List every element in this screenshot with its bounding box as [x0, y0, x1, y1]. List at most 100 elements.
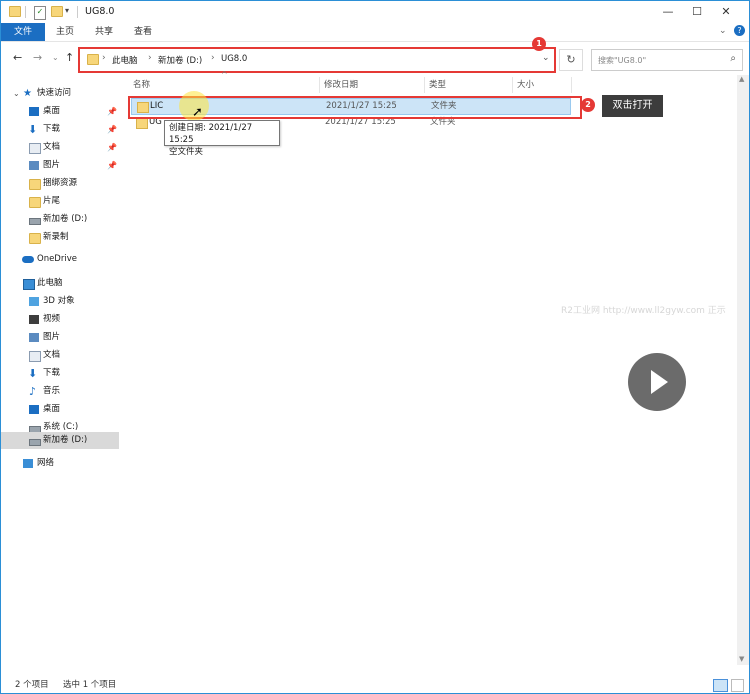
star-icon: ★ [23, 88, 32, 99]
folder-icon [29, 179, 41, 190]
tab-share[interactable]: 共享 [95, 23, 113, 41]
sidebar-item-drive-d[interactable]: 新加卷 (D:) [1, 211, 119, 228]
sidebar-label: 快速访问 [37, 88, 72, 98]
tooltip-empty: 空文件夹 [169, 147, 204, 157]
column-divider[interactable] [571, 77, 572, 93]
ribbon-tabs: 文件 主页 共享 查看 ⌄ ? [1, 23, 749, 42]
sidebar-item-quick-access[interactable]: ⌄ ★ 快速访问 [1, 85, 119, 102]
chevron-right-icon: › [102, 53, 106, 63]
customize-toolbar-icon[interactable]: ▾ [65, 6, 69, 18]
column-header-modified[interactable]: 修改日期 [324, 77, 358, 93]
search-input[interactable]: 搜索"UG8.0" ⌕ [591, 49, 743, 71]
sidebar-label: 视频 [43, 314, 61, 324]
folder-icon [29, 233, 41, 244]
sidebar-label: 网络 [37, 458, 55, 468]
pin-icon[interactable]: 📌 [107, 103, 117, 120]
sidebar-label: OneDrive [37, 254, 77, 264]
sidebar-label: 新加卷 (D:) [43, 435, 88, 445]
expand-ribbon-icon[interactable]: ⌄ [719, 26, 727, 36]
tab-file[interactable]: 文件 [1, 23, 45, 41]
sidebar-label: 下载 [43, 368, 61, 378]
navigation-pane: ⌄ ★ 快速访问 桌面 📌 ⬇ 下载 📌 文档 📌 图片 📌 捆绑资源 片尾 新… [1, 77, 121, 667]
column-divider[interactable] [319, 77, 320, 93]
sidebar-item-music[interactable]: ♪ 音乐 [1, 383, 119, 400]
refresh-icon[interactable]: ↻ [559, 49, 583, 71]
tab-home[interactable]: 主页 [56, 23, 74, 41]
sidebar-item-new-recording[interactable]: 新录制 [1, 229, 119, 246]
tooltip-created: 创建日期: 2021/1/27 15:25 [169, 123, 253, 145]
close-button[interactable]: ✕ [703, 1, 749, 23]
sidebar-item-ending[interactable]: 片尾 [1, 193, 119, 210]
pictures-icon [29, 333, 39, 342]
help-icon[interactable]: ? [734, 25, 745, 36]
sidebar-item-desktop-pc[interactable]: 桌面 [1, 401, 119, 418]
documents-icon [29, 351, 41, 362]
sidebar-label: 音乐 [43, 386, 61, 396]
sidebar-item-drive-d-pc[interactable]: 新加卷 (D:) [1, 432, 119, 449]
back-icon[interactable]: ← [13, 51, 22, 64]
selected-count: 选中 1 个项目 [63, 680, 117, 690]
sidebar-label: 3D 对象 [43, 296, 75, 306]
breadcrumb-ug8[interactable]: UG8.0 [221, 54, 247, 64]
videos-icon [29, 315, 39, 324]
sidebar-item-pictures-pc[interactable]: 图片 [1, 329, 119, 346]
address-dropdown-icon[interactable]: ⌄ [542, 53, 550, 63]
sidebar-label: 捆绑资源 [43, 178, 78, 188]
address-bar[interactable]: › 此电脑 › 新加卷 (D:) › UG8.0 ⌄ [78, 47, 556, 73]
sidebar-item-network[interactable]: 网络 [1, 455, 119, 472]
properties-icon[interactable]: ✓ [34, 6, 46, 20]
instruction-callout: 双击打开 [602, 95, 663, 117]
scroll-down-icon[interactable]: ▼ [739, 655, 744, 663]
sidebar-item-videos[interactable]: 视频 [1, 311, 119, 328]
sidebar-item-desktop[interactable]: 桌面 📌 [1, 103, 119, 120]
pin-icon[interactable]: 📌 [107, 157, 117, 174]
breadcrumb-drive-d[interactable]: 新加卷 (D:) [158, 54, 202, 66]
large-icons-view-icon[interactable] [731, 679, 744, 692]
desktop-icon [29, 107, 39, 116]
sidebar-item-documents[interactable]: 文档 📌 [1, 139, 119, 156]
pictures-icon [29, 161, 39, 170]
sidebar-label: 图片 [43, 160, 61, 170]
recent-locations-icon[interactable]: ⌄ [52, 53, 59, 62]
chevron-down-icon: ⌄ [13, 89, 20, 98]
music-icon: ♪ [29, 385, 37, 398]
sidebar-label: 图片 [43, 332, 61, 342]
scroll-up-icon[interactable]: ▲ [739, 75, 744, 83]
column-header-type[interactable]: 类型 [429, 77, 446, 93]
folder-icon [9, 6, 21, 17]
network-icon [23, 459, 33, 468]
sidebar-item-this-pc[interactable]: 此电脑 [1, 275, 119, 292]
sidebar-item-bundle[interactable]: 捆绑资源 [1, 175, 119, 192]
breadcrumb-this-pc[interactable]: 此电脑 [112, 54, 138, 66]
column-header-name[interactable]: 名称 [133, 77, 150, 93]
up-icon[interactable]: ↑ [65, 51, 74, 64]
3d-objects-icon [29, 297, 39, 306]
new-folder-icon[interactable] [51, 6, 63, 17]
sidebar-item-downloads[interactable]: ⬇ 下载 📌 [1, 121, 119, 138]
pin-icon[interactable]: 📌 [107, 139, 117, 156]
sidebar-label: 新加卷 (D:) [43, 214, 88, 224]
chevron-right-icon: › [211, 53, 215, 63]
title-bar: ✓ ▾ UG8.0 — ☐ ✕ [1, 1, 749, 23]
scrollbar[interactable]: ▲ ▼ [737, 75, 749, 665]
pin-icon[interactable]: 📌 [107, 121, 117, 138]
sidebar-item-onedrive[interactable]: OneDrive [1, 251, 119, 268]
sidebar-item-documents-pc[interactable]: 文档 [1, 347, 119, 364]
download-icon: ⬇ [28, 123, 38, 136]
sidebar-label: 桌面 [43, 106, 61, 116]
folder-icon [29, 197, 41, 208]
forward-icon[interactable]: → [33, 51, 42, 64]
play-icon[interactable] [628, 353, 686, 411]
navigation-bar: ← → ⌄ ↑ › 此电脑 › 新加卷 (D:) › UG8.0 ⌄ 1 ↻ 搜… [1, 37, 749, 73]
sidebar-item-downloads-pc[interactable]: ⬇ 下载 [1, 365, 119, 382]
details-view-icon[interactable] [713, 679, 728, 692]
divider [25, 6, 26, 18]
column-divider[interactable] [424, 77, 425, 93]
sidebar-item-pictures[interactable]: 图片 📌 [1, 157, 119, 174]
sidebar-item-3d-objects[interactable]: 3D 对象 [1, 293, 119, 310]
column-header-size[interactable]: 大小 [517, 77, 534, 93]
tab-view[interactable]: 查看 [134, 23, 152, 41]
drive-icon [29, 218, 41, 225]
watermark-text: R2工业网 http://www.ll2gyw.com 正示 [561, 306, 726, 316]
column-divider[interactable] [512, 77, 513, 93]
